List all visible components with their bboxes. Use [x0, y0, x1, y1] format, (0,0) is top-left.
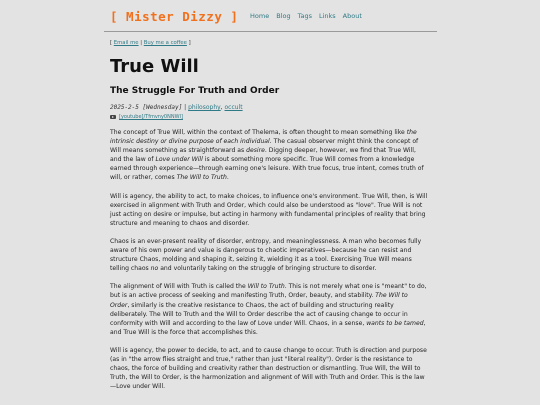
page-subtitle: The Struggle For Truth and Order	[110, 86, 280, 96]
article-body: The concept of True Will, within the con…	[110, 128, 428, 400]
coffee-link[interactable]: Buy me a coffee	[144, 40, 187, 46]
nav-links[interactable]: Links	[319, 12, 336, 20]
contact-links: [ Email me | Buy me a coffee ]	[110, 40, 191, 46]
tag-occult[interactable]: occult	[225, 104, 243, 111]
email-link[interactable]: Email me	[114, 40, 139, 46]
nav-blog[interactable]: Blog	[276, 12, 290, 20]
youtube-link-text[interactable]: [youtube]/Tfmvny0NNWI]	[119, 114, 183, 120]
paragraph-1: The concept of True Will, within the con…	[110, 129, 424, 182]
paragraph-4: The alignment of Will with Truth is call…	[110, 283, 427, 336]
paragraph-5: Will is agency, the power to decide, to …	[110, 346, 427, 391]
paragraph-2: Will is agency, the ability to act, to m…	[110, 192, 428, 227]
nav-tags[interactable]: Tags	[298, 12, 312, 20]
bracket-close: ]	[186, 40, 191, 46]
nav-about[interactable]: About	[343, 12, 362, 20]
main-nav: Home Blog Tags Links About	[250, 12, 362, 20]
post-date: 2025-2-5 [Wednesday]	[110, 104, 183, 111]
tag-philosophy[interactable]: philosophy	[188, 104, 221, 111]
site-logo[interactable]: [ Mister Dizzy ]	[110, 9, 238, 24]
youtube-link[interactable]: [youtube]/Tfmvny0NNWI]	[110, 114, 183, 120]
youtube-icon	[110, 115, 116, 119]
paragraph-3: Chaos is an ever-present reality of diso…	[110, 237, 422, 273]
site-header: [ Mister Dizzy ] Home Blog Tags Links Ab…	[0, 0, 540, 32]
post-meta: 2025-2-5 [Wednesday] | philosophy, occul…	[110, 104, 243, 111]
header-divider	[104, 31, 437, 32]
page-title: True Will	[110, 56, 199, 77]
nav-home[interactable]: Home	[250, 12, 269, 20]
